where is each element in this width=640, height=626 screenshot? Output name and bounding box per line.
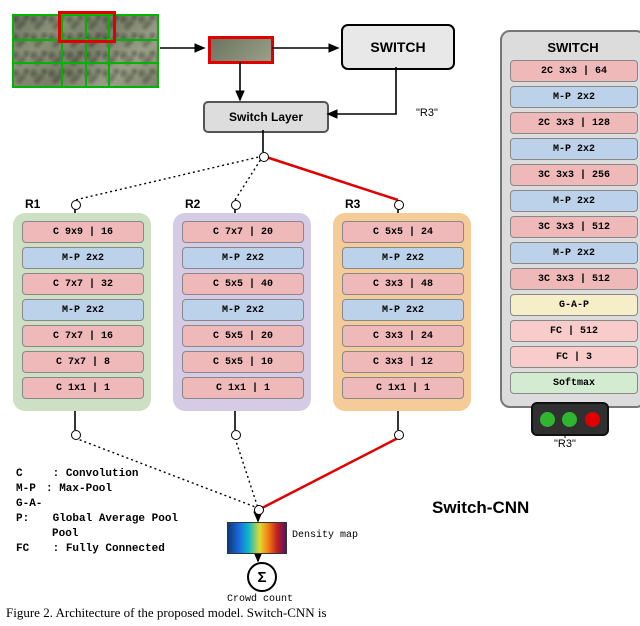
r2-in-node (231, 200, 241, 210)
legend-maxpool: Max-Pool (59, 483, 112, 495)
layer-block: C 3x3 | 48 (342, 273, 464, 295)
layer-block: 2C 3x3 | 128 (510, 112, 638, 134)
r3-in-node (394, 200, 404, 210)
legend-conv: Convolution (66, 468, 139, 480)
r2-label: R2 (185, 197, 200, 211)
layer-block: M-P 2x2 (342, 247, 464, 269)
layer-block: Softmax (510, 372, 638, 394)
r1-label: R1 (25, 197, 40, 211)
legend-gap: Global Average Pool (53, 513, 178, 525)
legend-fc: Fully Connected (66, 543, 165, 555)
figure: SWITCH Switch Layer "R3" (0, 0, 640, 626)
layer-block: M-P 2x2 (22, 247, 144, 269)
layer-block: FC | 3 (510, 346, 638, 368)
layer-block: M-P 2x2 (510, 138, 638, 160)
layer-block: M-P 2x2 (22, 299, 144, 321)
layer-block: M-P 2x2 (182, 299, 304, 321)
layer-block: C 3x3 | 12 (342, 351, 464, 373)
layer-block: G-A-P (510, 294, 638, 316)
legend: C : Convolution M-P: Max-Pool G-A-P: Glo… (16, 467, 178, 557)
layer-block: FC | 512 (510, 320, 638, 342)
layer-block: C 7x7 | 8 (22, 351, 144, 373)
density-map-label: Density map (292, 530, 358, 541)
sum-icon: Σ (247, 562, 277, 592)
switch-detail-title: SWITCH (510, 40, 636, 55)
split-node (259, 152, 269, 162)
r1-out-node (71, 430, 81, 440)
layer-block: C 3x3 | 24 (342, 325, 464, 347)
layer-block: C 5x5 | 20 (182, 325, 304, 347)
layer-block: C 1x1 | 1 (22, 377, 144, 399)
layer-block: C 7x7 | 20 (182, 221, 304, 243)
density-map-output (227, 522, 287, 554)
r3-out-node (394, 430, 404, 440)
figure-caption: Figure 2. Architecture of the proposed m… (6, 605, 327, 621)
layer-block: 3C 3x3 | 512 (510, 268, 638, 290)
layer-block: M-P 2x2 (510, 190, 638, 212)
model-name: Switch-CNN (432, 498, 529, 518)
light-r1 (540, 412, 555, 427)
layer-block: M-P 2x2 (182, 247, 304, 269)
layer-block: C 7x7 | 16 (22, 325, 144, 347)
r3-label: R3 (345, 197, 360, 211)
regressor-r1: R1 C 9x9 | 16M-P 2x2C 7x7 | 32M-P 2x2C 7… (13, 213, 151, 411)
layer-block: C 5x5 | 24 (342, 221, 464, 243)
selected-regressor-label: "R3" (554, 438, 576, 450)
layer-block: C 1x1 | 1 (182, 377, 304, 399)
light-r3-selected (585, 412, 600, 427)
traffic-light-icon (531, 402, 609, 436)
layer-block: M-P 2x2 (510, 242, 638, 264)
regressor-r2: R2 C 7x7 | 20M-P 2x2C 5x5 | 40M-P 2x2C 5… (173, 213, 311, 411)
r2-out-node (231, 430, 241, 440)
layer-block: C 5x5 | 40 (182, 273, 304, 295)
layer-block: C 7x7 | 32 (22, 273, 144, 295)
layer-block: 3C 3x3 | 256 (510, 164, 638, 186)
layer-block: M-P 2x2 (342, 299, 464, 321)
merge-node (254, 505, 264, 515)
switch-detail-panel: SWITCH 2C 3x3 | 64 M-P 2x2 2C 3x3 | 128 M-P… (500, 30, 640, 408)
layer-block: C 5x5 | 10 (182, 351, 304, 373)
layer-block: 2C 3x3 | 64 (510, 60, 638, 82)
crowd-count-label: Crowd count (225, 594, 295, 605)
layer-block: 3C 3x3 | 512 (510, 216, 638, 238)
light-r2 (562, 412, 577, 427)
layer-block: C 9x9 | 16 (22, 221, 144, 243)
r1-in-node (71, 200, 81, 210)
regressor-r3: R3 C 5x5 | 24M-P 2x2C 3x3 | 48M-P 2x2C 3… (333, 213, 471, 411)
layer-block: C 1x1 | 1 (342, 377, 464, 399)
layer-block: M-P 2x2 (510, 86, 638, 108)
